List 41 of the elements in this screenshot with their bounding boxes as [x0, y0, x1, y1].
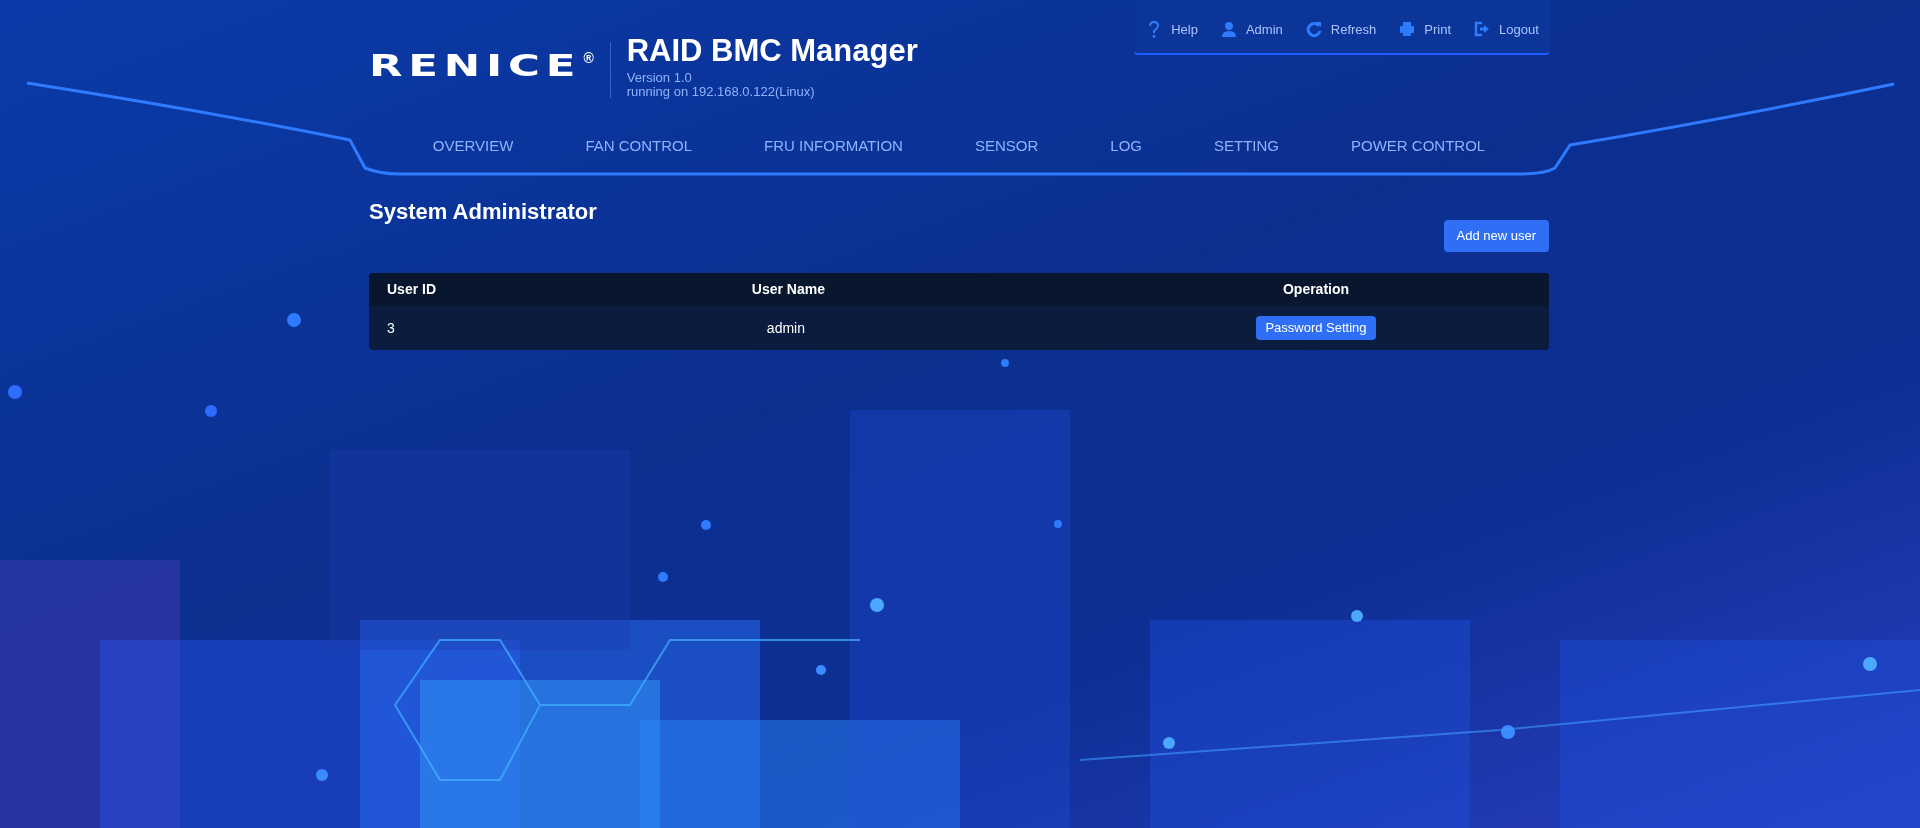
toolbar-link[interactable]: Logout	[1473, 19, 1539, 39]
nav-tab[interactable]: SENSOR	[938, 134, 1075, 158]
light-dot	[205, 405, 217, 417]
page-title: System Administrator	[369, 198, 597, 226]
light-dot	[316, 769, 328, 781]
light-dot	[1501, 725, 1515, 739]
logo: RENICE®	[369, 51, 594, 81]
nav-tab[interactable]: OVERVIEW	[396, 134, 550, 158]
add-user-button[interactable]: Add new user	[1443, 220, 1549, 252]
light-dot	[701, 520, 711, 530]
light-dot	[1163, 737, 1175, 749]
password-setting-button[interactable]: Password Setting	[1256, 316, 1376, 340]
light-dot	[1863, 657, 1877, 671]
toolbar-link[interactable]: Print	[1398, 19, 1452, 39]
toolbar-link[interactable]: Help	[1145, 19, 1198, 39]
light-dot	[287, 313, 301, 327]
light-dot	[1054, 520, 1062, 528]
column-header: User Name	[751, 281, 825, 297]
table-cell: 3	[387, 319, 395, 336]
light-dot	[658, 572, 668, 582]
user-icon	[1219, 20, 1238, 39]
light-dot	[1351, 610, 1363, 622]
printer-icon	[1398, 20, 1417, 39]
host-text: running on 192.168.0.122(Linux)	[626, 85, 816, 99]
table-cell: admin	[766, 319, 805, 336]
version-text: Version 1.0	[626, 71, 693, 85]
app-title: RAID BMC Manager	[626, 33, 918, 69]
nav-tab[interactable]: FRU INFORMATION	[728, 134, 939, 158]
nav-tab[interactable]: FAN CONTROL	[549, 134, 729, 158]
toolbar-link[interactable]: Refresh	[1304, 19, 1377, 39]
light-dot	[870, 598, 884, 612]
refresh-icon	[1304, 20, 1323, 39]
toolbar-link[interactable]: Admin	[1219, 19, 1283, 39]
column-header: Operation	[1282, 281, 1350, 297]
nav-tab[interactable]: LOG	[1074, 134, 1178, 158]
light-dot	[1001, 359, 1009, 367]
nav-tab[interactable]: POWER CONTROL	[1315, 134, 1522, 158]
nav-tab[interactable]: SETTING	[1178, 134, 1315, 158]
light-dot	[816, 665, 826, 675]
light-dot	[8, 385, 22, 399]
column-header: User ID	[387, 281, 437, 297]
